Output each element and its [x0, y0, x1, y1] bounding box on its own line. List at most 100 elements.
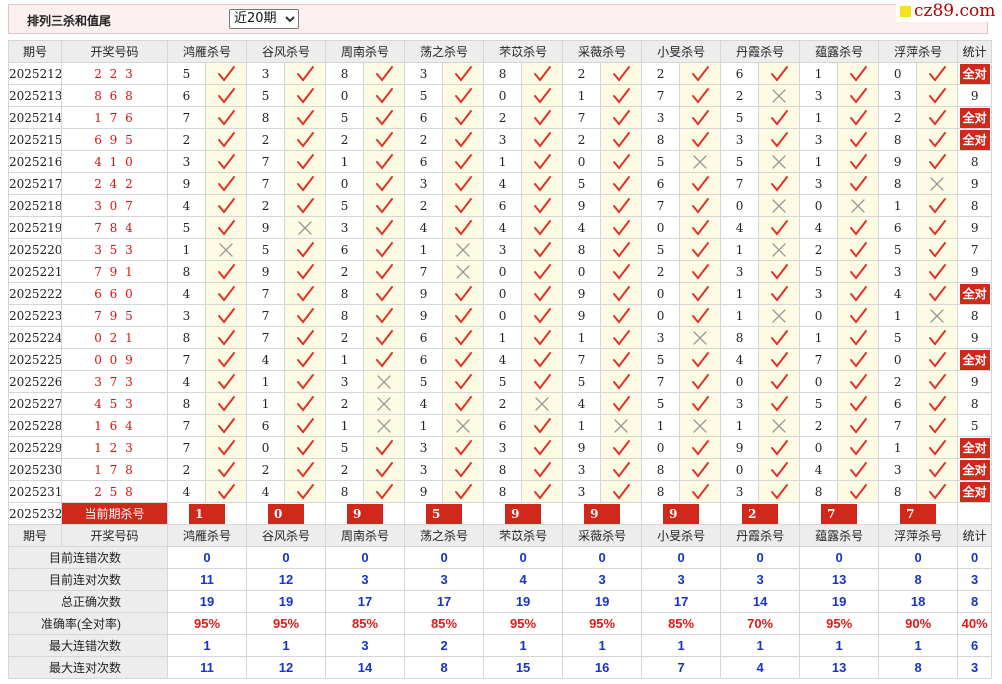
stat-value: 2	[404, 634, 485, 657]
result-mark-cell	[363, 62, 406, 85]
current-kill-cell: 0	[246, 502, 327, 525]
result-mark-cell	[679, 480, 722, 503]
period-range-select[interactable]: 近20期	[229, 9, 299, 29]
result-mark-cell	[600, 128, 643, 151]
kill-number-cell: 7	[641, 194, 681, 217]
result-mark-cell	[758, 304, 801, 327]
check-icon	[613, 461, 631, 478]
kill-number-cell: 9	[404, 304, 444, 327]
check-icon	[692, 219, 710, 236]
kill-number-cell: 9	[246, 260, 286, 283]
site-logo[interactable]: cz89.com	[896, 0, 1002, 22]
result-mark-cell	[758, 480, 801, 503]
period-cell: 2025230	[8, 458, 62, 481]
kill-number-cell: 1	[878, 304, 918, 327]
check-icon	[455, 285, 473, 302]
stat-value: 8	[404, 656, 485, 679]
draw-number-cell: 8 6 8	[61, 84, 168, 107]
stat-value: 7	[641, 656, 722, 679]
kill-number-cell: 3	[483, 128, 523, 151]
check-icon	[455, 307, 473, 324]
result-mark-cell	[442, 282, 485, 305]
result-mark-cell	[837, 62, 880, 85]
stat-value: 0	[246, 546, 327, 569]
stat-value: 1	[878, 634, 959, 657]
result-mark-cell	[600, 370, 643, 393]
kill-number-cell: 1	[325, 348, 365, 371]
subheader-col-expert-6: 小旻杀号	[641, 524, 722, 547]
kill-number-cell: 1	[562, 326, 602, 349]
current-kill-cell: 9	[562, 502, 643, 525]
result-mark-cell	[521, 348, 564, 371]
cross-icon	[772, 88, 786, 103]
header-col-stat: 统计	[957, 40, 993, 63]
result-mark-cell	[758, 282, 801, 305]
result-mark-cell	[600, 326, 643, 349]
check-icon	[297, 329, 315, 346]
stat-value: 16	[562, 656, 643, 679]
result-mark-cell	[363, 216, 406, 239]
kill-number-cell: 1	[641, 414, 681, 437]
check-icon	[376, 219, 394, 236]
result-mark-cell	[363, 194, 406, 217]
kill-number-cell: 7	[562, 348, 602, 371]
check-icon	[771, 219, 789, 236]
result-mark-cell	[916, 84, 959, 107]
row-stat-cell: 9	[957, 260, 993, 283]
result-mark-cell	[837, 150, 880, 173]
table-row: 2025228 1 6 476116111275	[8, 414, 993, 437]
kill-number-cell: 5	[799, 260, 839, 283]
kill-number-cell: 4	[167, 282, 206, 305]
top-bar: 排列三杀和值尾 近20期	[8, 4, 988, 34]
kill-number-cell: 7	[246, 172, 286, 195]
stat-value: 19	[246, 590, 327, 613]
result-mark-cell	[600, 282, 643, 305]
check-icon	[534, 329, 552, 346]
result-mark-cell	[363, 436, 406, 459]
period-cell: 2025212	[8, 62, 62, 85]
stat-value: 17	[641, 590, 722, 613]
subheader-col-stat: 统计	[957, 524, 993, 547]
stat-row: 最大连对次数 11 12 14 8 15 16 7 4 13 8 3	[8, 656, 993, 679]
check-icon	[692, 263, 710, 280]
result-mark-cell	[758, 194, 801, 217]
table-row: 2025213 8 6 86 5 0 5 0 1 7 2 3 3 9	[8, 84, 993, 107]
check-icon	[929, 351, 947, 368]
kill-number-cell: 1	[325, 414, 365, 437]
stat-value: 14	[325, 656, 406, 679]
result-mark-cell	[758, 436, 801, 459]
stat-value: 95%	[246, 612, 327, 635]
check-icon	[929, 109, 947, 126]
check-icon	[218, 285, 235, 302]
kill-number-cell: 1	[483, 150, 523, 173]
result-mark-cell	[204, 62, 248, 85]
all-correct-badge: 全对	[959, 63, 990, 84]
stat-value: 95%	[562, 612, 643, 635]
kill-number-cell: 1	[799, 106, 839, 129]
draw-number-cell: 3 0 7	[61, 194, 168, 217]
check-icon	[297, 439, 315, 456]
result-mark-cell	[363, 348, 406, 371]
check-icon	[613, 285, 631, 302]
result-mark-cell	[442, 216, 485, 239]
result-mark-cell	[679, 260, 722, 283]
check-icon	[376, 285, 394, 302]
result-mark-cell	[600, 304, 643, 327]
result-mark-cell	[521, 260, 564, 283]
check-icon	[534, 483, 552, 500]
check-icon	[850, 65, 868, 82]
check-icon	[297, 307, 315, 324]
result-mark-cell	[521, 480, 564, 503]
result-mark-cell	[837, 392, 880, 415]
kill-number-cell: 3	[167, 150, 206, 173]
result-mark-cell	[600, 480, 643, 503]
result-mark-cell	[442, 238, 485, 261]
check-icon	[613, 197, 631, 214]
kill-number-cell: 9	[404, 282, 444, 305]
period-cell: 2025218	[8, 194, 62, 217]
check-icon	[850, 395, 868, 412]
result-mark-cell	[679, 194, 722, 217]
kill-number-cell: 0	[799, 194, 839, 217]
check-icon	[613, 241, 631, 258]
header-col-draw: 开奖号码	[61, 40, 168, 63]
